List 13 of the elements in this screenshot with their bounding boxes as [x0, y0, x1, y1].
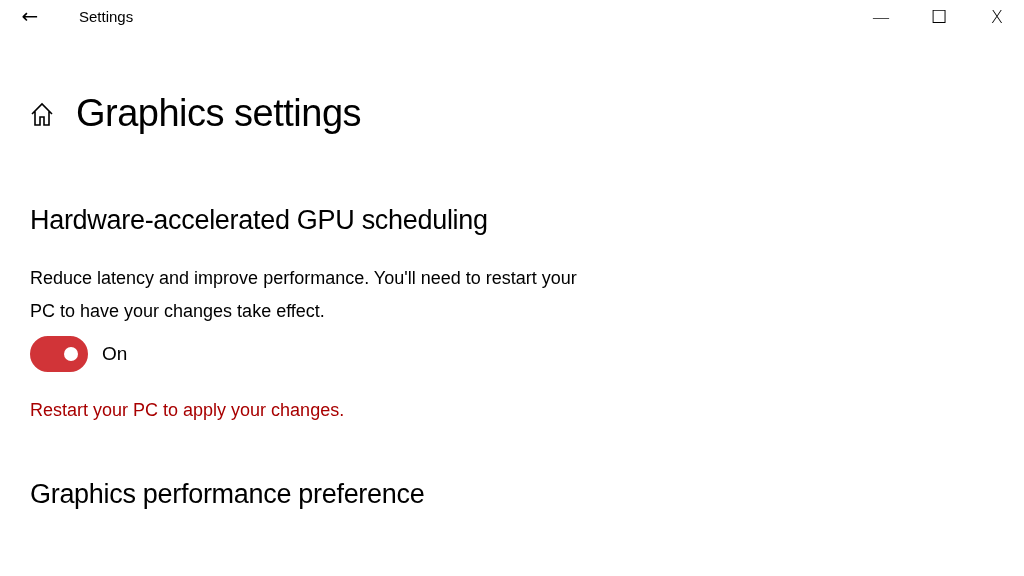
window-title: Settings	[79, 7, 135, 25]
description-text: Reduce latency and improve performance. You'll need to restart your PC to have your changes take effect.	[30, 267, 578, 323]
restart-notice: Restart your PC to apply your changes.	[30, 400, 346, 421]
section-heading: Hardware-accelerated GPU scheduling	[30, 205, 489, 236]
close-button[interactable]: X	[968, 0, 1024, 32]
page-title: Graphics settings	[76, 92, 362, 135]
section-heading: Graphics performance preference	[30, 479, 426, 510]
home-icon[interactable]	[30, 100, 54, 127]
maximize-button[interactable]: ☐	[910, 0, 968, 32]
toggle-label: On	[102, 343, 128, 365]
toggle-switch[interactable]	[30, 336, 88, 372]
minimize-button[interactable]: —	[852, 0, 910, 32]
back-button[interactable]: ←	[0, 0, 60, 32]
